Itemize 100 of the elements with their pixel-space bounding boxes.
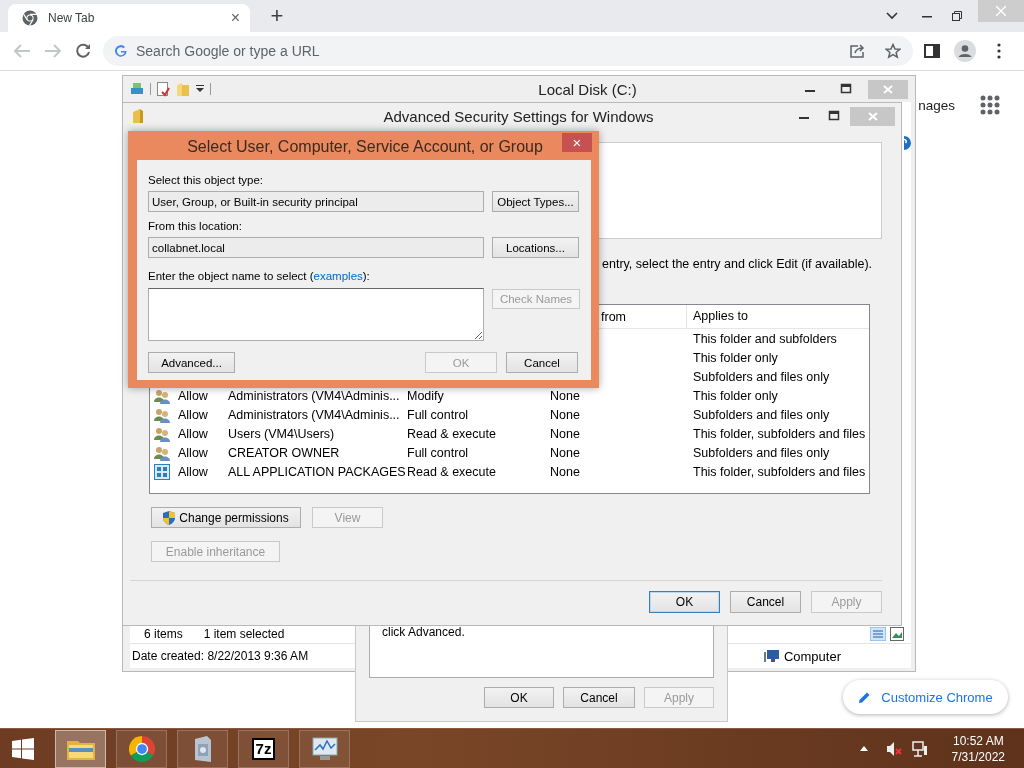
button[interactable]: Object Types... <box>492 191 579 212</box>
show-hidden-icons-icon[interactable] <box>859 746 868 751</box>
date-created: Date created: 8/22/2013 9:36 AM <box>132 649 309 663</box>
pencil-icon <box>858 690 872 704</box>
button[interactable]: Cancel <box>563 687 635 708</box>
table-cell-text: Allow <box>178 445 209 460</box>
bookmark-star-icon[interactable] <box>885 43 901 59</box>
button[interactable]: Advanced... <box>148 352 235 373</box>
table-cell-text: CREATOR OWNER <box>228 445 341 460</box>
field-label: From this location: <box>148 219 243 233</box>
table-cell-text: None <box>550 464 581 479</box>
dropdown-caret-icon[interactable] <box>196 85 204 93</box>
taskbar-app[interactable] <box>299 729 350 768</box>
dialog-title: Select User, Computer, Service Account, or Group <box>186 137 544 156</box>
kebab-menu-icon[interactable] <box>997 43 1001 59</box>
button[interactable]: OK <box>484 687 554 708</box>
button[interactable]: Cancel <box>730 591 801 613</box>
table-cell-text: Read & execute <box>407 464 497 479</box>
restore-icon[interactable] <box>952 11 962 21</box>
table-cell-text: Allow <box>178 426 209 441</box>
instruction-text: entry, select the entry and click Edit (if available). <box>601 257 874 273</box>
location-label: Computer <box>783 648 841 664</box>
button[interactable]: Change permissions <box>151 507 301 528</box>
close-icon <box>867 111 878 121</box>
column-header[interactable]: from <box>601 309 626 324</box>
drive-icon[interactable] <box>130 82 144 96</box>
close-button[interactable]: × <box>562 133 592 152</box>
button[interactable]: Cancel <box>506 352 578 373</box>
table-cell-text: This folder and subfolders <box>693 331 838 346</box>
table-cell-text: None <box>550 388 581 403</box>
table-cell-text: None <box>550 426 581 441</box>
table-cell-text: Administrators (VM4\Adminis... <box>228 388 401 403</box>
maximize-icon[interactable] <box>828 110 840 122</box>
close-icon <box>883 84 893 94</box>
address-input[interactable]: Search Google or type a URL <box>136 43 841 59</box>
location-field[interactable]: collabnet.local <box>148 237 484 258</box>
link[interactable]: nages <box>918 97 955 113</box>
browser-tab[interactable]: New Tab × <box>8 4 250 32</box>
start-button-icon[interactable] <box>12 737 34 760</box>
table-cell-text: Subfolders and files only <box>693 445 831 460</box>
field-label: Select this object type: <box>148 173 265 187</box>
window-title: Local Disk (C:) <box>537 80 638 98</box>
side-panel-icon[interactable] <box>924 43 940 59</box>
network-icon[interactable] <box>911 740 928 757</box>
chrome-logo-icon <box>128 735 155 762</box>
clock[interactable]: 10:52 AM 7/31/2022 <box>951 732 1005 765</box>
table-cell-text: None <box>550 445 581 460</box>
table-cell: ALL APPLICATION PACKAGES <box>228 464 407 479</box>
object-name-field[interactable] <box>148 288 484 341</box>
taskbar-app[interactable]: 7z <box>238 729 289 768</box>
field-label: Enter the object name to select (examples): <box>148 269 371 283</box>
table-cell-text: This folder, subfolders and files <box>693 464 867 479</box>
chevron-down-icon[interactable] <box>886 12 898 20</box>
address-bar[interactable]: Search Google or type a URL <box>103 36 913 66</box>
column-header[interactable]: Applies to <box>686 305 748 328</box>
selection-count: 1 item selected <box>203 627 285 641</box>
button[interactable]: Locations... <box>492 237 579 258</box>
package-grid-icon <box>154 463 170 480</box>
button[interactable]: OK <box>649 591 720 613</box>
table-cell-text: Allow <box>178 464 209 479</box>
object-type-field[interactable]: User, Group, or Built-in security principal <box>148 191 484 212</box>
archive-logo: 7z <box>251 737 276 760</box>
table-cell-text: Full control <box>407 445 470 460</box>
table-cell-text: Full control <box>407 407 470 422</box>
clock-date: 7/31/2022 <box>951 748 1005 765</box>
table-cell-text: Administrators (VM4\Adminis... <box>228 407 401 422</box>
maximize-icon[interactable] <box>840 83 852 95</box>
tab-close-button[interactable]: × <box>230 9 240 27</box>
taskbar-app[interactable] <box>55 729 106 768</box>
table-cell-text: This folder only <box>693 350 779 365</box>
table-cell-text: Allow <box>178 388 209 403</box>
computer-icon <box>763 649 780 663</box>
close-icon <box>996 6 1006 16</box>
instruction-text: click Advanced. <box>382 625 465 639</box>
properties-page-icon[interactable] <box>157 81 170 97</box>
examples-link[interactable]: examples <box>313 270 363 282</box>
table-cell-text: This folder only <box>693 388 779 403</box>
table-cell-text: Subfolders and files only <box>693 407 831 422</box>
apps-grid-icon[interactable] <box>980 95 1000 115</box>
muted-speaker-icon[interactable] <box>885 740 902 757</box>
share-icon[interactable] <box>849 43 865 59</box>
users-icon <box>154 406 170 423</box>
table-cell-text: This folder, subfolders and files <box>693 426 867 441</box>
new-tab-button[interactable]: + <box>262 2 292 32</box>
users-icon <box>154 425 170 442</box>
users-icon <box>154 444 170 461</box>
profile-avatar-icon[interactable] <box>954 40 976 62</box>
help-icon[interactable] <box>904 136 911 150</box>
taskbar-app[interactable] <box>177 729 228 768</box>
chrome-logo-icon <box>22 10 38 26</box>
reload-icon[interactable] <box>75 43 91 59</box>
table-cell-text: Read & execute <box>407 426 497 441</box>
table-cell-text: Users (VM4\Users) <box>228 426 336 441</box>
large-icons-view-icon[interactable] <box>890 627 904 641</box>
users-icon <box>154 387 170 404</box>
customize-chrome-button[interactable]: Customize Chrome <box>843 680 1008 714</box>
google-logo-icon <box>114 44 128 58</box>
taskbar-app[interactable] <box>116 729 167 768</box>
folder-icon <box>132 108 144 124</box>
item-count: 6 items <box>144 627 183 641</box>
